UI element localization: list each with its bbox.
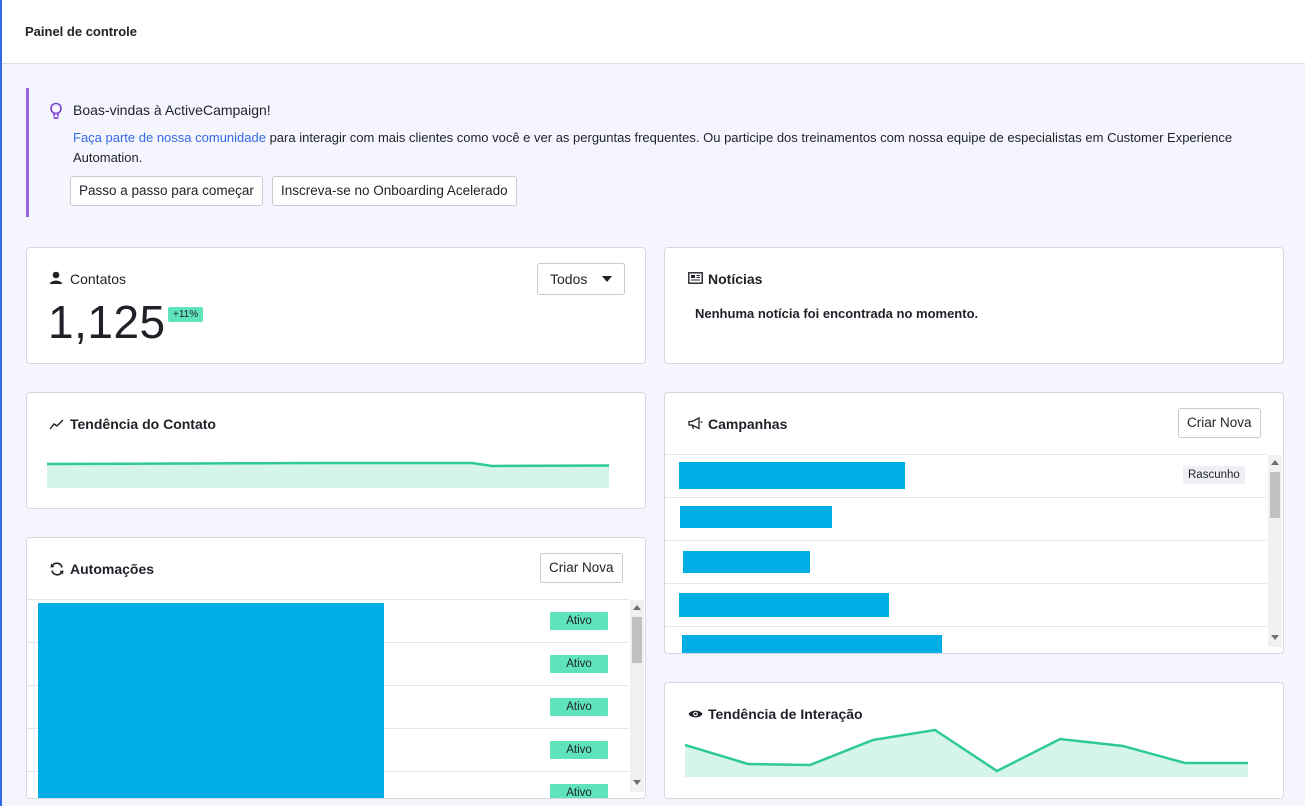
automation-status-badge: Ativo bbox=[550, 612, 608, 630]
automations-card: Automações Criar Nova Ativo Ativo Ativo … bbox=[26, 537, 646, 799]
scrollbar-thumb[interactable] bbox=[1270, 472, 1280, 518]
eye-icon bbox=[688, 710, 703, 718]
contact-trend-card: Tendência do Contato bbox=[26, 392, 646, 509]
contacts-change-badge: +11% bbox=[168, 307, 204, 322]
lightbulb-icon bbox=[50, 102, 62, 119]
refresh-icon bbox=[50, 562, 64, 576]
news-empty-message: Nenhuma notícia foi encontrada no moment… bbox=[695, 306, 979, 321]
automation-status-badge: Ativo bbox=[550, 655, 608, 673]
campaign-row[interactable] bbox=[665, 627, 1267, 653]
contact-trend-title: Tendência do Contato bbox=[70, 416, 216, 432]
trend-line-icon bbox=[49, 419, 64, 430]
campaign-name-redacted bbox=[680, 506, 832, 528]
welcome-text: Faça parte de nossa comunidade para inte… bbox=[73, 128, 1273, 168]
contact-trend-chart bbox=[47, 461, 610, 488]
automation-names-redacted bbox=[38, 603, 384, 798]
welcome-banner: Boas-vindas à ActiveCampaign! Faça parte… bbox=[26, 88, 1305, 217]
create-campaign-button[interactable]: Criar Nova bbox=[1178, 408, 1261, 438]
campaign-name-redacted bbox=[679, 462, 905, 489]
automations-scrollbar[interactable] bbox=[630, 600, 644, 792]
campaign-name-redacted bbox=[682, 635, 942, 653]
campaigns-title: Campanhas bbox=[708, 416, 788, 432]
automations-list: Ativo Ativo Ativo Ativo Ativo bbox=[27, 599, 629, 798]
scroll-down-arrow-icon[interactable] bbox=[1271, 635, 1279, 640]
campaign-status-badge: Rascunho bbox=[1183, 466, 1245, 484]
campaign-name-redacted bbox=[683, 551, 810, 573]
automation-status-badge: Ativo bbox=[550, 698, 608, 716]
newspaper-icon bbox=[688, 272, 703, 284]
contacts-count: 1,125 bbox=[48, 296, 166, 348]
news-title: Notícias bbox=[708, 271, 763, 287]
campaign-row[interactable] bbox=[665, 584, 1267, 627]
automation-status-badge: Ativo bbox=[550, 784, 608, 798]
getting-started-button[interactable]: Passo a passo para começar bbox=[70, 176, 263, 206]
contacts-filter-dropdown[interactable]: Todos bbox=[537, 263, 625, 295]
scroll-down-arrow-icon[interactable] bbox=[633, 780, 641, 785]
scroll-up-arrow-icon[interactable] bbox=[633, 605, 641, 610]
onboarding-button[interactable]: Inscreva-se no Onboarding Acelerado bbox=[272, 176, 517, 206]
automation-status-badge: Ativo bbox=[550, 741, 608, 759]
create-automation-button[interactable]: Criar Nova bbox=[540, 553, 623, 583]
campaign-row[interactable]: Rascunho bbox=[665, 455, 1267, 498]
scroll-up-arrow-icon[interactable] bbox=[1271, 460, 1279, 465]
campaign-row[interactable] bbox=[665, 498, 1267, 541]
chevron-down-icon bbox=[602, 276, 612, 282]
campaign-row[interactable] bbox=[665, 541, 1267, 584]
interaction-trend-card: Tendência de Interação bbox=[664, 682, 1284, 799]
news-card: Notícias Nenhuma notícia foi encontrada … bbox=[664, 247, 1284, 364]
page-header: Painel de controle bbox=[2, 0, 1305, 64]
user-icon bbox=[50, 271, 62, 284]
contacts-filter-value: Todos bbox=[550, 271, 588, 287]
campaigns-list: Rascunho bbox=[665, 454, 1267, 653]
megaphone-icon bbox=[688, 417, 703, 430]
contacts-card: Contatos Todos 1,125 +11% bbox=[26, 247, 646, 364]
scrollbar-thumb[interactable] bbox=[632, 617, 642, 663]
app-left-edge bbox=[0, 0, 2, 806]
page-title: Painel de controle bbox=[25, 24, 137, 39]
interaction-trend-title: Tendência de Interação bbox=[708, 706, 863, 722]
community-link[interactable]: Faça parte de nossa comunidade bbox=[73, 130, 266, 145]
interaction-trend-chart bbox=[685, 728, 1248, 777]
campaigns-card: Campanhas Criar Nova Rascunho bbox=[664, 392, 1284, 654]
contacts-title: Contatos bbox=[70, 271, 127, 287]
interaction-trend-area bbox=[685, 730, 1248, 777]
campaign-name-redacted bbox=[679, 593, 889, 617]
campaigns-scrollbar[interactable] bbox=[1268, 455, 1282, 647]
automations-title: Automações bbox=[70, 561, 155, 577]
welcome-title: Boas-vindas à ActiveCampaign! bbox=[73, 102, 271, 118]
